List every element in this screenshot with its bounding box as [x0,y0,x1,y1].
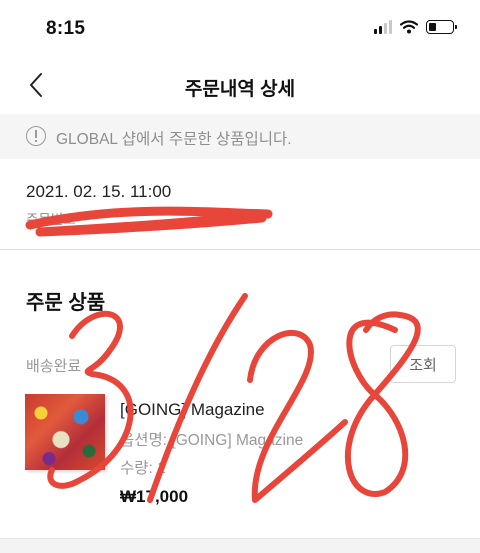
section-title: 주문 상품 [26,292,106,314]
status-time: 8:15 [46,18,86,39]
cellular-signal-icon [374,20,392,34]
wifi-icon [400,20,418,34]
nav-bar: 주문내역 상세 [0,60,480,110]
order-date: 2021. 02. 15. 11:00 [26,182,172,201]
info-circle-icon [26,126,46,146]
product-thumbnail[interactable] [25,394,105,470]
page-title: 주문내역 상세 [184,79,296,100]
section-divider [0,538,480,553]
product-name[interactable]: [GOING] Magazine [120,400,265,420]
track-shipment-button[interactable]: 조회 [390,345,456,383]
status-icons [374,20,457,34]
product-price: ₩17,000 [120,487,189,506]
product-quantity: 수량: 1 [120,460,166,477]
order-info: 2021. 02. 15. 11:00 주문번호 [0,160,480,250]
notice-text: GLOBAL 샵에서 주문한 상품입니다. [56,131,292,148]
product-option: 옵션명: [GOING] Magazine [120,432,304,449]
status-bar: 8:15 [0,0,480,60]
handwritten-digit-8 [344,311,421,497]
delivery-status: 배송완료 [26,358,82,375]
notice-banner: GLOBAL 샵에서 주문한 상품입니다. [0,114,480,159]
order-number-label: 주문번호 [26,212,76,227]
battery-icon [426,20,457,34]
